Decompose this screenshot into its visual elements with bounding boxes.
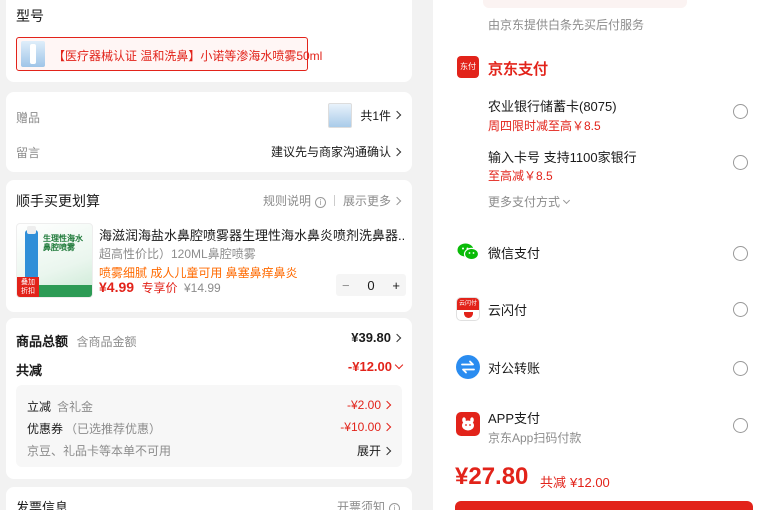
info-icon: i xyxy=(314,197,326,208)
addon-title: 顺手买更划算 xyxy=(16,193,100,209)
addon-product-image[interactable]: 生理性海水 鼻腔喷雾 叠加 折扣 xyxy=(16,223,93,298)
bank-option-title[interactable]: 农业银行储蓄卡(8075) xyxy=(488,96,617,115)
gift-label: 赠品 xyxy=(16,111,41,125)
discount-details-box: 立减 含礼金 -¥2.00 优惠券 （已选推荐优惠） -¥10.00 京豆、礼品卡等… xyxy=(16,385,402,467)
addon-card: 顺手买更划算 规则说明 i 展示更多 生理性海水 鼻腔喷雾 叠加 折扣 海滋润海盐水… xyxy=(6,180,412,312)
decrement-button[interactable]: − xyxy=(342,278,350,293)
chevron-right-icon xyxy=(392,147,402,157)
show-more-link[interactable]: 展示更多 xyxy=(343,194,402,208)
app-pay-radio[interactable] xyxy=(733,418,748,433)
note-row-link[interactable]: 建议先与商家沟通确认 xyxy=(270,143,402,160)
app-pay-sub: 京东App扫码付款 xyxy=(488,431,582,445)
total-value: ¥39.80 xyxy=(351,330,391,345)
invoice-card: 发票信息 开票须知 i xyxy=(6,487,412,510)
chevron-right-icon xyxy=(382,400,392,410)
chevron-down-icon xyxy=(394,360,404,370)
gift-row-link[interactable]: 共1件 xyxy=(328,102,402,128)
summary-card: 商品总额 含商品金额 ¥39.80 共减 -¥12.00 立减 含礼金 -¥2.0… xyxy=(6,318,412,479)
wechat-pay-icon xyxy=(456,240,480,264)
payment-top-note: 由京东提供白条先买后付服务 xyxy=(488,18,645,32)
detail-instant-value[interactable]: -¥2.00 xyxy=(347,398,392,412)
detail-coupon-value[interactable]: -¥10.00 xyxy=(340,420,392,434)
unionpay-quickpass-icon: 云闪付 xyxy=(456,297,480,321)
addon-product-price-row: ¥4.99 专享价 ¥14.99 xyxy=(99,279,221,297)
divider xyxy=(333,195,335,206)
addon-image-badge: 生理性海水 鼻腔喷雾 xyxy=(43,234,83,252)
increment-button[interactable]: + xyxy=(392,278,400,293)
addon-original-price: ¥14.99 xyxy=(183,281,221,295)
jd-pay-title: 京东支付 xyxy=(488,61,549,78)
chevron-down-icon xyxy=(562,196,571,205)
chevron-right-icon xyxy=(392,333,402,343)
note-value: 建议先与商家沟通确认 xyxy=(270,145,391,159)
unionpay-radio[interactable] xyxy=(733,302,748,317)
invoice-title: 发票信息 xyxy=(16,500,69,510)
quantity-value[interactable]: 0 xyxy=(367,278,374,293)
total-row: 商品总额 含商品金额 xyxy=(16,331,136,351)
total-sub: 含商品金额 xyxy=(76,335,137,349)
addon-product-subtitle: 超高性价比）120ML鼻腔喷雾 xyxy=(99,247,256,261)
detail-row-instant: 立减 含礼金 xyxy=(27,400,94,414)
card-input-option-promo: 至高减￥8.5 xyxy=(488,169,553,183)
discount-value-toggle[interactable]: -¥12.00 xyxy=(347,359,404,374)
total-value-link[interactable]: ¥39.80 xyxy=(351,330,402,345)
model-option-selected[interactable]: 【医疗器械认证 温和洗鼻】小诺等渗海水喷雾50ml xyxy=(16,37,322,71)
addon-price-note: 专享价 xyxy=(141,281,178,295)
chevron-right-icon xyxy=(392,110,402,120)
addon-image-discount-badge: 叠加 折扣 xyxy=(17,277,39,297)
unionpay-label[interactable]: 云闪付 xyxy=(488,300,527,319)
submit-order-button[interactable] xyxy=(455,501,753,510)
discount-value: -¥12.00 xyxy=(347,359,392,374)
info-icon: i xyxy=(389,503,400,510)
rules-link[interactable]: 规则说明 i xyxy=(263,194,326,208)
detail-row-coupon: 优惠券 （已选推荐优惠） xyxy=(27,422,162,436)
wechat-pay-label[interactable]: 微信支付 xyxy=(488,243,540,262)
wechat-pay-radio[interactable] xyxy=(733,246,748,261)
addon-product-title[interactable]: 海滋润海盐水鼻腔喷雾器生理性海水鼻炎喷剂洗鼻器... xyxy=(99,225,404,244)
note-label: 留言 xyxy=(16,146,41,160)
more-methods-link[interactable]: 更多支付方式 xyxy=(488,193,571,210)
transfer-label[interactable]: 对公转账 xyxy=(488,358,540,377)
payment-panel: 由京东提供白条先买后付服务 东付 京东支付 农业银行储蓄卡(8075) 周四限时… xyxy=(433,0,770,510)
chevron-right-icon xyxy=(392,196,402,206)
model-option-label: 【医疗器械认证 温和洗鼻】小诺等渗海水喷雾50ml xyxy=(53,49,323,63)
jd-app-icon xyxy=(456,412,480,436)
transfer-radio[interactable] xyxy=(733,361,748,376)
chevron-right-icon xyxy=(382,422,392,432)
addon-actions: 规则说明 i 展示更多 xyxy=(263,192,402,209)
final-discount: 共减 ¥12.00 xyxy=(540,475,610,490)
gift-note-card: 赠品 共1件 留言 建议先与商家沟通确认 xyxy=(6,92,412,172)
transfer-icon xyxy=(456,355,480,379)
expand-link[interactable]: 展开 xyxy=(357,442,392,459)
jd-pay-icon: 东付 xyxy=(457,56,479,78)
gift-thumbnail xyxy=(328,102,353,128)
model-option-thumbnail xyxy=(21,41,45,67)
jd-bean-note: 京豆、礼品卡等本单不可用 xyxy=(27,444,172,458)
top-banner-tail xyxy=(483,0,687,8)
model-title: 型号 xyxy=(16,8,44,24)
chevron-right-icon xyxy=(382,446,392,456)
model-card: 型号 【医疗器械认证 温和洗鼻】小诺等渗海水喷雾50ml xyxy=(6,0,412,82)
card-input-option-radio[interactable] xyxy=(733,155,748,170)
bank-option-radio[interactable] xyxy=(733,104,748,119)
invoice-notice-link[interactable]: 开票须知 i xyxy=(337,498,400,510)
bank-option-promo: 周四限时减至高￥8.5 xyxy=(488,119,601,133)
card-input-option-title[interactable]: 输入卡号 支持1100家银行 xyxy=(488,147,637,166)
discount-label: 共减 xyxy=(16,363,43,378)
app-pay-label[interactable]: APP支付 xyxy=(488,408,540,427)
final-price: ¥27.80 xyxy=(455,463,529,490)
gift-count: 共1件 xyxy=(360,108,391,123)
total-label: 商品总额 xyxy=(16,334,69,349)
addon-price: ¥4.99 xyxy=(99,279,135,295)
quantity-stepper[interactable]: − 0 + xyxy=(336,274,406,296)
